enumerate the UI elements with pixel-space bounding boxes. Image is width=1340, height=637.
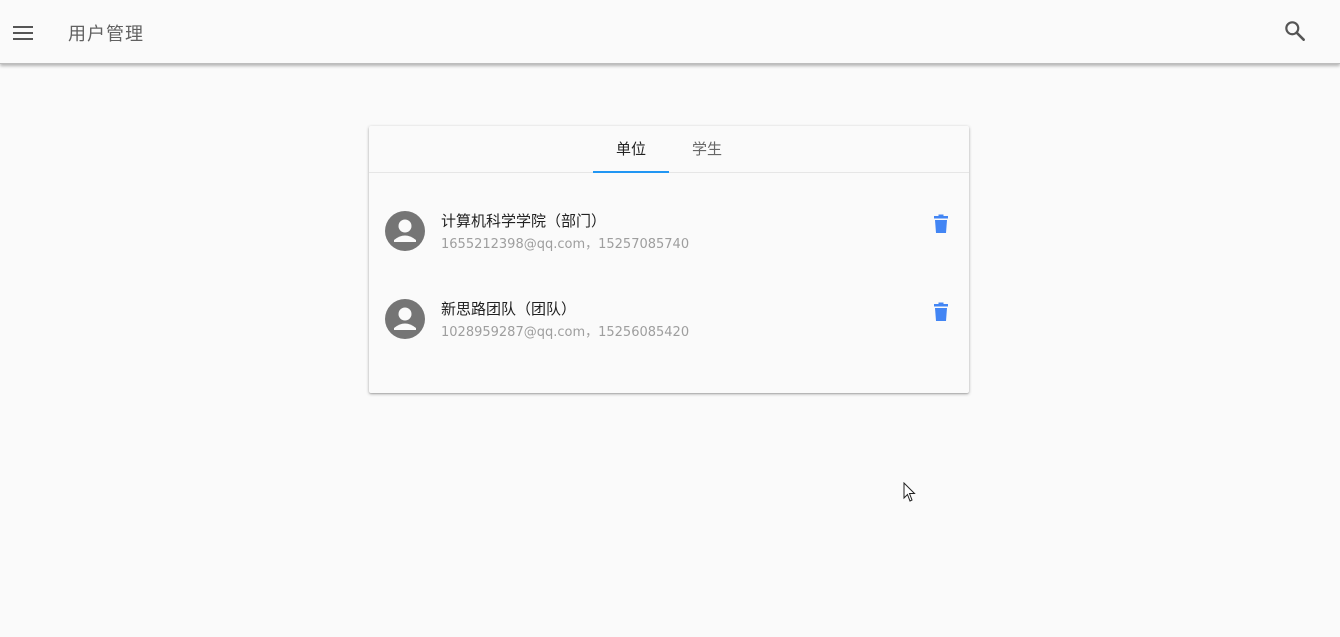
mouse-cursor-icon bbox=[903, 481, 917, 502]
list-item-title: 计算机科学学院（部门） bbox=[441, 212, 607, 230]
list-item[interactable]: 新思路团队（团队） 1028959287@qq.com，15256085420 bbox=[369, 280, 969, 368]
account-circle-icon bbox=[385, 299, 425, 339]
page-title: 用户管理 bbox=[68, 24, 144, 45]
list-item-subtitle: 1655212398@qq.com，15257085740 bbox=[441, 237, 690, 252]
tab-students[interactable]: 学生 bbox=[669, 126, 745, 172]
list-item-subtitle: 1028959287@qq.com，15256085420 bbox=[441, 325, 690, 340]
list-item-title: 新思路团队（团队） bbox=[441, 300, 577, 318]
menu-icon[interactable] bbox=[8, 18, 38, 48]
search-icon[interactable] bbox=[1282, 18, 1308, 44]
tab-bar: 单位 学生 bbox=[369, 126, 969, 173]
list-item[interactable]: 计算机科学学院（部门） 1655212398@qq.com，1525708574… bbox=[369, 192, 969, 280]
account-circle-icon bbox=[385, 211, 425, 251]
tab-active-indicator bbox=[593, 171, 669, 173]
delete-icon[interactable] bbox=[929, 212, 953, 236]
app-toolbar: 用户管理 bbox=[0, 0, 1340, 64]
user-list-card: 单位 学生 计算机科学学院（部门） 1655212398@qq.com，1525… bbox=[369, 126, 969, 393]
delete-icon[interactable] bbox=[929, 300, 953, 324]
tab-units[interactable]: 单位 bbox=[593, 126, 669, 172]
